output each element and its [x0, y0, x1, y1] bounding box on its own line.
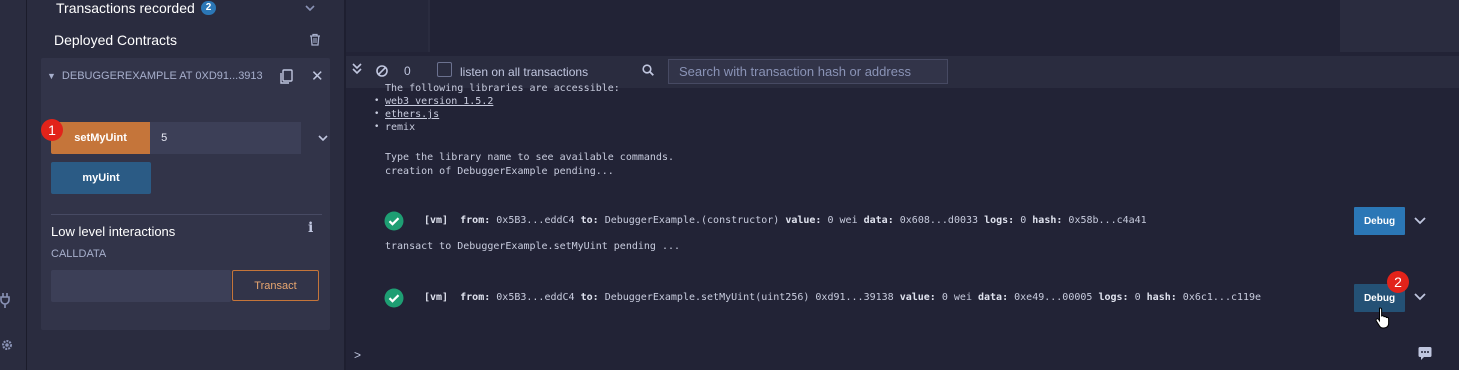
listen-label: listen on all transactions	[460, 65, 589, 79]
terminal-line: creation of DebuggerExample pending...	[385, 166, 614, 177]
calldata-label: CALLDATA	[51, 248, 107, 260]
transactions-count-badge: 2	[200, 1, 217, 15]
trash-icon[interactable]	[309, 33, 321, 46]
divider	[51, 214, 322, 215]
search-icon	[642, 64, 654, 76]
myuint-button[interactable]: myUint	[51, 162, 151, 194]
transaction-log-2[interactable]: [vm] from: 0x5B3...eddC4 to: DebuggerExa…	[424, 292, 1261, 303]
value-value: 0 wei	[941, 292, 972, 303]
logs-label: logs:	[984, 215, 1015, 226]
deployed-contracts-title: Deployed Contracts	[54, 32, 177, 48]
data-label: data:	[863, 215, 894, 226]
value-value: 0 wei	[827, 215, 858, 226]
terminal-line: The following libraries are accessible:	[385, 83, 620, 94]
transact-button[interactable]: Transact	[232, 270, 319, 301]
bullet: •	[374, 109, 380, 119]
bullet: •	[374, 96, 380, 106]
library-link-web3[interactable]: web3 version 1.5.2	[385, 96, 493, 107]
close-icon[interactable]: ✕	[311, 67, 324, 85]
annotation-marker-1: 1	[41, 119, 63, 141]
bullet: •	[374, 122, 380, 132]
contract-title: DEBUGGEREXAMPLE AT 0XD91...3913	[61, 70, 263, 82]
transaction-log-1[interactable]: [vm] from: 0x5B3...eddC4 to: DebuggerExa…	[424, 215, 1147, 226]
plug-icon[interactable]	[0, 292, 14, 308]
check-circle-icon	[384, 211, 404, 231]
to-value: DebuggerExample.setMyUint(uint256) 0xd91…	[604, 292, 894, 303]
logs-value: 0	[1020, 215, 1027, 226]
contract-header[interactable]: ▼ DEBUGGEREXAMPLE AT 0XD91...3913	[47, 70, 263, 82]
value-label: value:	[785, 215, 822, 226]
calldata-input[interactable]	[51, 270, 231, 302]
hash-value: 0x58b...c4a41	[1068, 215, 1147, 226]
chat-icon[interactable]	[1418, 346, 1432, 360]
data-label: data:	[978, 292, 1009, 303]
copy-icon[interactable]	[279, 69, 293, 85]
from-value: 0x5B3...eddC4	[496, 292, 575, 303]
setmyuint-button[interactable]: setMyUint	[51, 122, 151, 154]
debug-button-1[interactable]: Debug	[1354, 207, 1405, 235]
setmyuint-input[interactable]: 5	[150, 122, 301, 154]
hash-value: 0x6c1...c119e	[1182, 292, 1262, 303]
library-link-ethers[interactable]: ethers.js	[385, 109, 439, 120]
cursor-icon	[1375, 307, 1390, 329]
to-value: DebuggerExample.(constructor)	[604, 215, 780, 226]
vm-tag: [vm]	[424, 215, 449, 226]
chevron-down-icon[interactable]	[1414, 217, 1426, 225]
chevron-down-icon[interactable]	[318, 135, 328, 141]
pending-count: 0	[404, 64, 411, 78]
low-level-heading: Low level interactions	[51, 224, 176, 239]
transactions-recorded-header[interactable]: Transactions recorded 2	[56, 0, 217, 16]
data-value: 0x608...d0033	[899, 215, 979, 226]
info-icon[interactable]: i	[308, 220, 313, 236]
terminal-prompt[interactable]: >	[354, 348, 361, 362]
editor-gutter	[346, 0, 428, 52]
from-label: from:	[460, 292, 491, 303]
search-input[interactable]: Search with transaction hash or address	[668, 59, 948, 84]
clear-icon[interactable]	[376, 65, 388, 77]
setmyuint-row: setMyUint 5	[51, 122, 301, 154]
chevron-down-icon[interactable]	[305, 5, 315, 11]
chevron-down-icon[interactable]	[1414, 293, 1426, 301]
terminal-output: The following libraries are accessible: …	[346, 83, 1459, 370]
to-label: to:	[580, 215, 599, 226]
caret-down-icon[interactable]: ▼	[47, 71, 56, 81]
from-label: from:	[460, 215, 491, 226]
vm-tag: [vm]	[424, 292, 449, 303]
logs-value: 0	[1134, 292, 1141, 303]
to-label: to:	[580, 292, 599, 303]
double-chevron-icon[interactable]	[352, 63, 362, 75]
from-value: 0x5B3...eddC4	[496, 215, 575, 226]
transactions-recorded-label: Transactions recorded	[56, 0, 195, 16]
editor-pane[interactable]	[430, 0, 1340, 52]
data-value: 0xe49...00005	[1014, 292, 1093, 303]
logs-label: logs:	[1098, 292, 1129, 303]
terminal-line: transact to DebuggerExample.setMyUint pe…	[385, 241, 681, 252]
deployed-contract-card: ▼ DEBUGGEREXAMPLE AT 0XD91...3913 ✕ setM…	[41, 58, 330, 330]
hash-label: hash:	[1146, 292, 1177, 303]
listen-checkbox[interactable]	[437, 62, 452, 77]
library-item-remix: remix	[385, 122, 416, 133]
icon-rail	[0, 0, 26, 370]
annotation-marker-2: 2	[1387, 271, 1409, 293]
hash-label: hash:	[1032, 215, 1063, 226]
terminal-line: Type the library name to see available c…	[385, 152, 674, 163]
check-circle-icon	[384, 288, 404, 308]
deploy-panel: Transactions recorded 2 Deployed Contrac…	[26, 0, 344, 370]
gear-icon[interactable]	[0, 337, 14, 353]
value-label: value:	[899, 292, 936, 303]
